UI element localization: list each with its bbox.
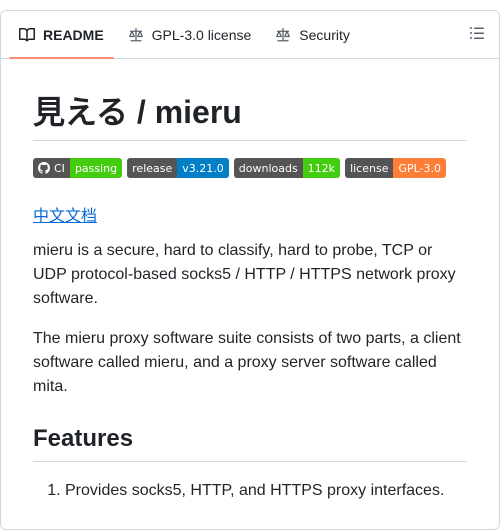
readme-tabs: README GPL-3.0 license Security xyxy=(1,11,499,59)
readme-title: 見える / mieru xyxy=(33,92,467,141)
release-badge[interactable]: release v3.21.0 xyxy=(127,158,229,178)
github-icon xyxy=(38,162,50,174)
features-heading: Features xyxy=(33,424,467,462)
suite-paragraph: The mieru proxy software suite consists … xyxy=(33,330,461,395)
readme-content: 見える / mieru CI passing release v3.21.0 d… xyxy=(1,92,499,503)
readme-panel: README GPL-3.0 license Security 見える / mi… xyxy=(0,10,500,530)
outline-button[interactable] xyxy=(465,23,489,47)
downloads-badge[interactable]: downloads 112k xyxy=(233,158,341,178)
tab-label: README xyxy=(43,26,104,43)
chinese-doc-link[interactable]: 中文文档 xyxy=(33,202,97,226)
scale-icon xyxy=(275,27,291,43)
tab-readme[interactable]: README xyxy=(9,11,114,59)
tab-license[interactable]: GPL-3.0 license xyxy=(118,11,262,58)
features-list: Provides socks5, HTTP, and HTTPS proxy i… xyxy=(33,479,467,503)
list-item: Provides socks5, HTTP, and HTTPS proxy i… xyxy=(65,479,467,503)
list-icon xyxy=(469,25,485,46)
ci-badge[interactable]: CI passing xyxy=(33,158,123,178)
tab-label: Security xyxy=(299,26,350,43)
intro-paragraph: mieru is a secure, hard to classify, har… xyxy=(33,242,456,307)
tab-label: GPL-3.0 license xyxy=(151,26,252,43)
book-icon xyxy=(19,27,35,43)
tab-security[interactable]: Security xyxy=(265,11,360,58)
license-badge[interactable]: license GPL-3.0 xyxy=(345,158,447,178)
scale-icon xyxy=(128,27,144,43)
badge-row: CI passing release v3.21.0 downloads 112… xyxy=(33,158,467,178)
